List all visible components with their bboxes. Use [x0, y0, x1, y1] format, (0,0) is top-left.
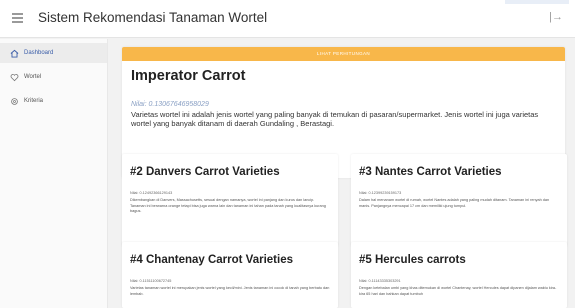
- collapse-icon[interactable]: |→: [549, 11, 563, 23]
- recommendation-score: Nilai: 0.13067646958029: [131, 101, 209, 108]
- home-icon: [9, 48, 19, 58]
- recommendation-title: Imperator Carrot: [131, 68, 246, 84]
- card-score: Nilai: 0.11511100672745: [130, 279, 172, 283]
- sidebar: Dashboard Wortel Kriteria: [0, 39, 108, 308]
- top-bar: Sistem Rekomendasi Tanaman Wortel |→: [0, 0, 575, 38]
- sidebar-item-label: Dashboard: [24, 50, 54, 56]
- recommendation-card: #3 Nantes Carrot Varieties Nilai: 0.1239…: [351, 154, 567, 246]
- sidebar-item-kriteria[interactable]: Kriteria: [0, 91, 107, 111]
- main-content: LIHAT PERHITUNGAN Imperator Carrot Nilai…: [108, 39, 575, 308]
- heart-icon: [9, 72, 19, 82]
- view-calculation-button[interactable]: LIHAT PERHITUNGAN: [122, 47, 565, 61]
- card-score: Nilai: 0.12492366129143: [130, 191, 173, 195]
- sidebar-item-label: Kriteria: [24, 98, 44, 104]
- card-description: Dikembangkan di Danvers, Massachusetts, …: [130, 198, 326, 213]
- card-score: Nilai: 0.11143335303291: [359, 279, 401, 283]
- card-description: Varietas tanaman wortel ini merupakan je…: [130, 286, 330, 296]
- card-title: #4 Chantenay Carrot Varieties: [130, 254, 293, 266]
- sidebar-item-label: Wortel: [24, 74, 42, 80]
- card-description: Dalam hal menanam wortel di rumah, worte…: [359, 198, 550, 208]
- gear-icon: [9, 96, 19, 106]
- hamburger-icon[interactable]: [12, 13, 23, 23]
- card-description: Dengan ketebalan umbi yang khas ditemuka…: [359, 286, 557, 296]
- sidebar-item-wortel[interactable]: Wortel: [0, 67, 107, 87]
- recommendation-description: Varietas wortel ini adalah jenis wortel …: [131, 110, 539, 128]
- app-title: Sistem Rekomendasi Tanaman Wortel: [38, 10, 268, 25]
- corner-accent: [505, 0, 569, 4]
- card-score: Nilai: 0.12399239159173: [359, 191, 402, 195]
- card-title: #2 Danvers Carrot Varieties: [130, 166, 280, 178]
- recommendation-card: #4 Chantenay Carrot Varieties Nilai: 0.1…: [122, 242, 338, 308]
- recommendation-card: #5 Hercules carrots Nilai: 0.11143335303…: [351, 242, 567, 308]
- recommendation-card: #2 Danvers Carrot Varieties Nilai: 0.124…: [122, 154, 338, 246]
- card-title: #5 Hercules carrots: [359, 254, 466, 266]
- sidebar-item-dashboard[interactable]: Dashboard: [0, 43, 107, 63]
- card-title: #3 Nantes Carrot Varieties: [359, 166, 502, 178]
